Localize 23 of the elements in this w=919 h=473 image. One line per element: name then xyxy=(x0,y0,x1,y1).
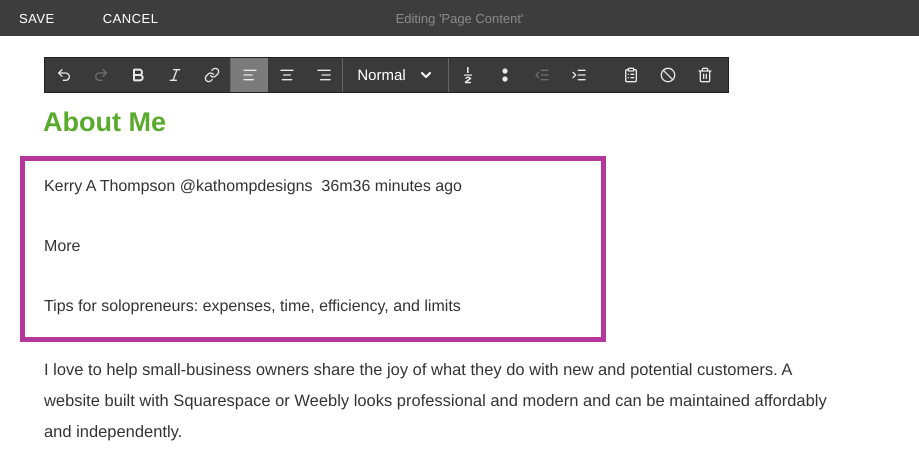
align-right-icon xyxy=(316,67,332,83)
style-dropdown[interactable]: Normal xyxy=(343,58,448,92)
link-icon xyxy=(204,67,220,83)
outdent-icon xyxy=(534,67,550,83)
undo-icon xyxy=(56,67,72,83)
clipboard-icon xyxy=(622,67,638,83)
italic-icon xyxy=(166,67,182,83)
align-left-icon xyxy=(242,67,258,83)
editor-title: Editing 'Page Content' xyxy=(396,10,524,26)
align-center-icon xyxy=(278,67,294,83)
cancel-button[interactable]: CANCEL xyxy=(102,10,158,26)
text-line: Tips for solopreneurs: expenses, time, efficiency, and limits xyxy=(44,297,462,317)
save-button[interactable]: SAVE xyxy=(19,10,55,26)
text-line: Kerry A Thompson @kathompdesigns 36m36 minutes ago xyxy=(44,177,463,197)
redo-icon xyxy=(92,67,108,83)
trash-icon xyxy=(696,67,712,83)
bullet-list-icon xyxy=(500,66,508,84)
text-line: More xyxy=(44,237,82,257)
body-paragraph: I love to help small-business owners share the joy of what they do with new and potential customers. A website built with Squarespace or Weebly looks professional and modern and can be maintained affordably and independently. xyxy=(44,360,828,443)
numbered-list-icon xyxy=(462,66,472,84)
ban-icon xyxy=(660,67,676,83)
page-heading: About Me xyxy=(43,107,167,138)
indent-icon xyxy=(570,67,586,83)
